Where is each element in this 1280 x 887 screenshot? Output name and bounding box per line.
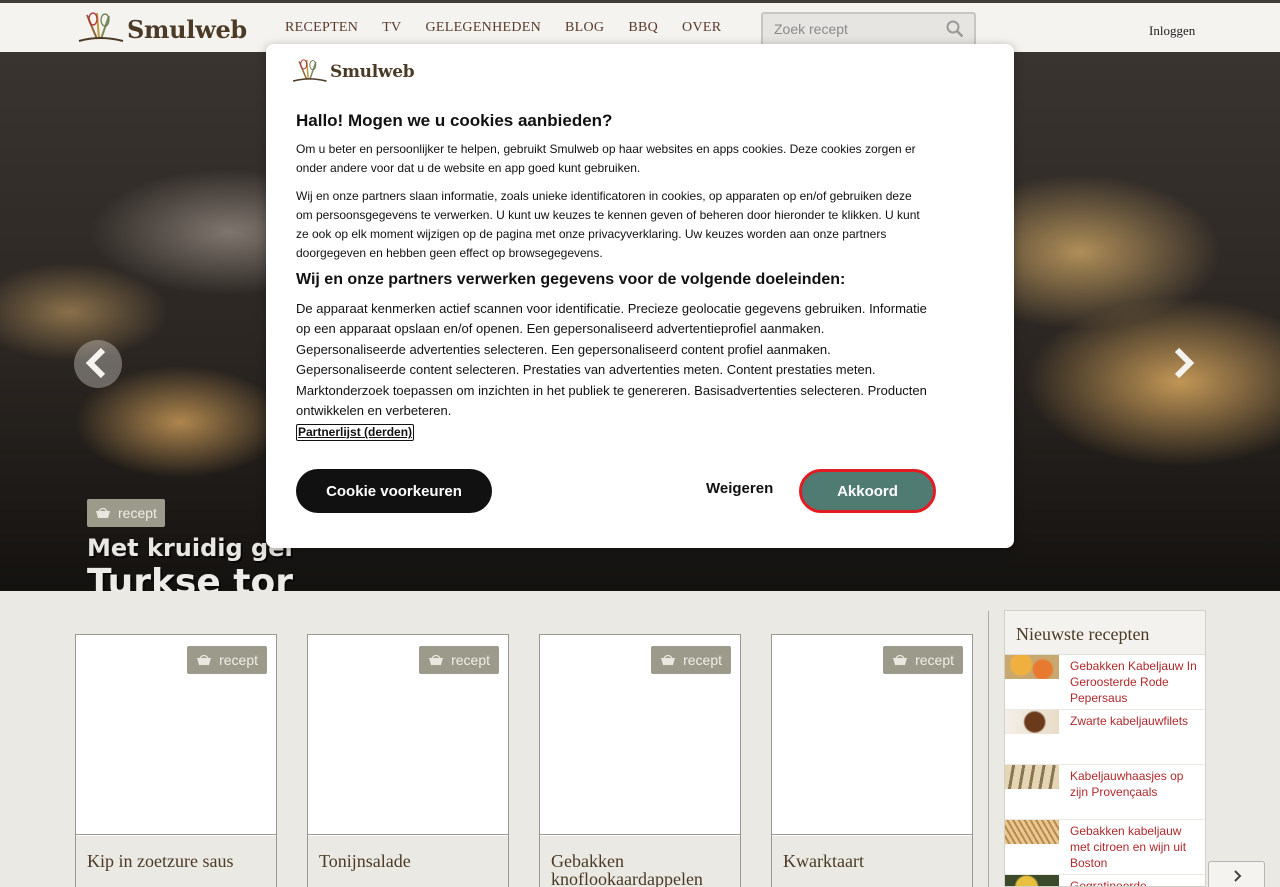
nav-blog[interactable]: BLOG (565, 20, 604, 36)
basket-icon (661, 654, 676, 665)
recipe-thumbnail[interactable] (1005, 820, 1059, 844)
search-input[interactable] (763, 14, 938, 44)
latest-recipe-item[interactable]: Kabeljauwhaasjes op zijn Provençaals (1005, 765, 1205, 820)
latest-recipe-item[interactable]: Gegratineerde (1005, 875, 1205, 886)
nav-recepten[interactable]: RECEPTEN (285, 20, 358, 36)
search-icon[interactable] (946, 20, 964, 38)
basket-icon (96, 507, 110, 518)
latest-recipe-link[interactable]: Gegratineerde (1070, 878, 1200, 886)
nav-bbq[interactable]: BBQ (628, 20, 658, 36)
hero-badge-label: recept (118, 505, 157, 521)
chevron-right-icon (1174, 347, 1195, 379)
carousel-prev-button[interactable] (74, 340, 122, 388)
latest-recipes-panel: Nieuwste recepten Gebakken Kabeljauw In … (1004, 610, 1206, 887)
recipe-card-body: Gebakken knoflookaardappelen (540, 836, 740, 887)
site-logo[interactable]: Smulweb (75, 9, 247, 49)
modal-logo: Smulweb (290, 58, 415, 86)
sidebar-scroll-button[interactable] (1208, 861, 1265, 887)
latest-recipe-item[interactable]: Gebakken Kabeljauw In Geroosterde Rode P… (1005, 655, 1205, 710)
recipe-card[interactable]: recept Gebakken knoflookaardappelen (539, 634, 741, 887)
main-nav: RECEPTEN TV GELEGENHEDEN BLOG BBQ OVER (285, 20, 745, 36)
latest-recipe-item[interactable]: Gebakken kabeljauw met citroen en wijn u… (1005, 820, 1205, 875)
latest-recipe-link[interactable]: Gebakken kabeljauw met citroen en wijn u… (1070, 823, 1200, 871)
chevron-left-icon (85, 347, 106, 379)
latest-recipe-link[interactable]: Zwarte kabeljauwfilets (1070, 713, 1200, 729)
modal-purposes-heading: Wij en onze partners verwerken gegevens … (296, 271, 846, 288)
recipe-thumbnail[interactable] (1005, 655, 1059, 679)
recipe-card-title[interactable]: Gebakken knoflookaardappelen (551, 852, 736, 887)
recipe-badge: recept (187, 646, 267, 674)
basket-icon (893, 654, 908, 665)
chevron-right-icon (1233, 870, 1241, 882)
login-link[interactable]: Inloggen (1149, 23, 1195, 39)
hero-subtitle[interactable]: Met kruidig gel (87, 534, 293, 562)
carousel-next-button[interactable] (1160, 340, 1208, 388)
logo-whisk-icon (78, 12, 124, 42)
basket-icon (197, 654, 212, 665)
recipe-thumbnail[interactable] (1005, 875, 1059, 886)
nav-tv[interactable]: TV (382, 20, 401, 36)
nav-over[interactable]: OVER (682, 20, 721, 36)
cookie-consent-dialog: Smulweb Hallo! Mogen we u cookies aanbie… (266, 44, 1014, 548)
recipe-badge: recept (419, 646, 499, 674)
partner-list-link[interactable]: Partnerlijst (derden) (296, 424, 415, 442)
recipe-badge: recept (651, 646, 731, 674)
modal-content: Hallo! Mogen we u cookies aanbieden? Om … (296, 111, 931, 442)
nav-gelegenheden[interactable]: GELEGENHEDEN (425, 20, 541, 36)
reject-button[interactable]: Weigeren (706, 480, 773, 497)
modal-heading: Hallo! Mogen we u cookies aanbieden? (296, 111, 613, 130)
recipe-badge-label: recept (451, 652, 490, 668)
recipe-card[interactable]: recept Kwarktaart (771, 634, 973, 887)
recipe-thumbnail[interactable] (1005, 765, 1059, 789)
recipe-card[interactable]: recept Kip in zoetzure saus (75, 634, 277, 887)
modal-purposes-text: De apparaat kenmerken actief scannen voo… (296, 301, 927, 419)
hero-recipe-badge: recept (87, 499, 165, 527)
modal-logo-text: Smulweb (330, 62, 415, 82)
search-box (761, 12, 976, 46)
recipe-card-body: Kwarktaart (772, 836, 972, 887)
recipe-card[interactable]: recept Tonijnsalade (307, 634, 509, 887)
hero-title[interactable]: Turkse tor (87, 562, 293, 591)
latest-recipe-link[interactable]: Kabeljauwhaasjes op zijn Provençaals (1070, 768, 1200, 800)
logo-whisk-icon (292, 59, 327, 82)
logo-text: Smulweb (127, 14, 247, 44)
recipe-badge-label: recept (219, 652, 258, 668)
accept-button[interactable]: Akkoord (799, 469, 936, 513)
modal-intro-text: Om u beter en persoonlijker te helpen, g… (296, 142, 916, 175)
recipe-badge-label: recept (915, 652, 954, 668)
recipe-badge: recept (883, 646, 963, 674)
recipe-thumbnail[interactable] (1005, 710, 1059, 734)
latest-recipes-title: Nieuwste recepten (1005, 611, 1205, 655)
recipe-card-title[interactable]: Kip in zoetzure saus (87, 852, 272, 870)
latest-recipe-item[interactable]: Zwarte kabeljauwfilets (1005, 710, 1205, 765)
recipe-card-title[interactable]: Kwarktaart (783, 852, 968, 870)
recipe-card-title[interactable]: Tonijnsalade (319, 852, 504, 870)
basket-icon (429, 654, 444, 665)
recipe-card-body: Tonijnsalade (308, 836, 508, 887)
column-divider (988, 611, 989, 887)
recipe-badge-label: recept (683, 652, 722, 668)
cookie-preferences-button[interactable]: Cookie voorkeuren (296, 469, 492, 513)
modal-partners-text: Wij en onze partners slaan informatie, z… (296, 189, 920, 260)
latest-recipe-link[interactable]: Gebakken Kabeljauw In Geroosterde Rode P… (1070, 658, 1200, 706)
recipe-card-body: Kip in zoetzure saus (76, 836, 276, 887)
